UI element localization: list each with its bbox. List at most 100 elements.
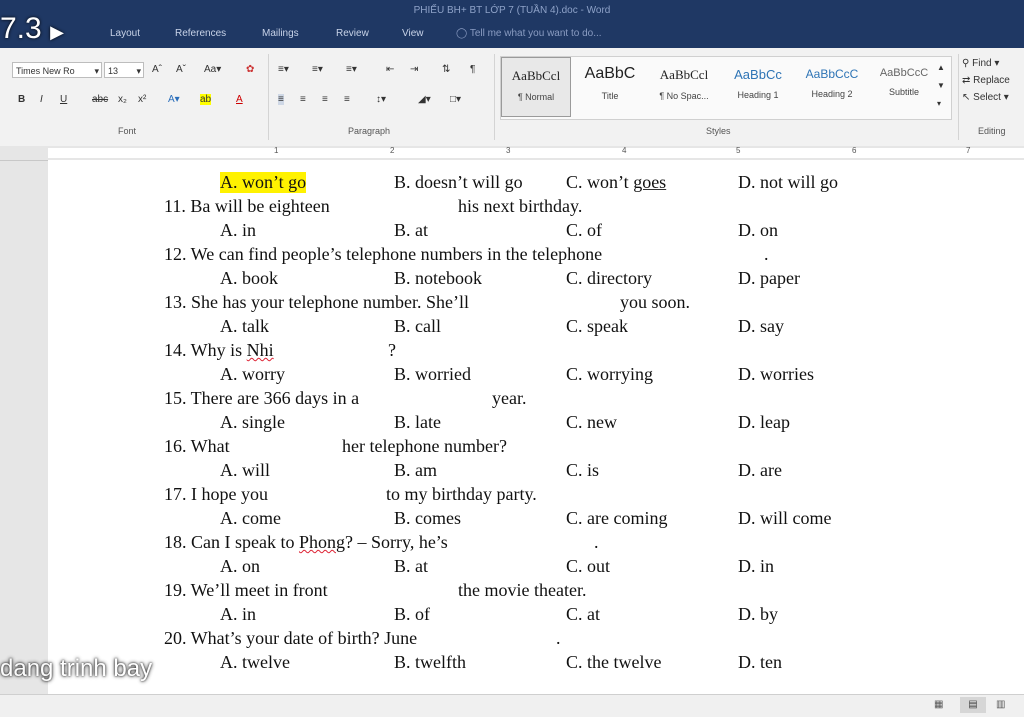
align-left-icon[interactable]: ≡ bbox=[278, 94, 284, 105]
q14-question-prefix: 14. Why is bbox=[164, 340, 247, 360]
divider bbox=[494, 54, 495, 140]
q19-option-b: B. of bbox=[394, 604, 430, 624]
ruler-track bbox=[48, 148, 1024, 158]
font-name-select[interactable]: Times New Ro ▾ bbox=[12, 62, 102, 78]
divider bbox=[958, 54, 959, 140]
q13-question-end: you soon. bbox=[620, 292, 691, 312]
ruler-number: 6 bbox=[852, 146, 857, 155]
q16-option-a: A. will bbox=[220, 460, 271, 480]
ruler-number: 1 bbox=[274, 146, 279, 155]
ruler-number: 4 bbox=[622, 146, 627, 155]
style-title[interactable]: AaBbC Title bbox=[575, 57, 645, 117]
tab-references[interactable]: References bbox=[175, 28, 226, 39]
style-sample: AaBbC bbox=[584, 65, 636, 82]
q20-question-end: . bbox=[556, 628, 561, 648]
ruler-number: 2 bbox=[390, 146, 395, 155]
find-button[interactable]: ⚲ Find ▾ bbox=[962, 58, 1024, 69]
q20-question: 20. What’s your date of birth? June bbox=[164, 628, 418, 648]
q11-question-end: his next birthday. bbox=[458, 196, 583, 216]
print-layout-icon[interactable]: ▤ bbox=[960, 697, 986, 713]
scroll-down-icon[interactable]: ▼ bbox=[937, 81, 945, 90]
select-button[interactable]: ↖ Select ▾ bbox=[962, 92, 1024, 103]
style-no-spacing[interactable]: AaBbCcl ¶ No Spac... bbox=[649, 57, 719, 117]
superscript-icon[interactable]: x² bbox=[138, 94, 146, 105]
style-name: Heading 2 bbox=[811, 89, 853, 99]
grow-font-icon[interactable]: Aˆ bbox=[152, 64, 162, 75]
highlight-icon[interactable]: ab bbox=[200, 94, 212, 105]
change-case-icon[interactable]: Aa▾ bbox=[204, 64, 221, 75]
style-subtitle[interactable]: AaBbCcC Subtitle bbox=[869, 57, 939, 117]
q17-option-d: D. will come bbox=[738, 508, 832, 528]
tab-layout[interactable]: Layout bbox=[110, 28, 140, 39]
q15-question: 15. There are 366 days in a bbox=[164, 388, 360, 408]
q14-option-d: D. worries bbox=[738, 364, 814, 384]
q16-option-b: B. am bbox=[394, 460, 437, 480]
q13-option-a: A. talk bbox=[220, 316, 269, 336]
strikethrough-icon[interactable]: abc bbox=[92, 94, 108, 105]
borders-icon[interactable]: □▾ bbox=[450, 94, 461, 105]
font-size-value: 13 bbox=[108, 66, 119, 76]
increase-indent-icon[interactable]: ⇥ bbox=[410, 64, 418, 75]
q20-option-a: A. twelve bbox=[220, 652, 290, 672]
decrease-indent-icon[interactable]: ⇤ bbox=[386, 64, 394, 75]
tell-me-box[interactable]: ◯ Tell me what you want to do... bbox=[456, 28, 602, 39]
q18-question-suffix: ? – Sorry, he’s bbox=[345, 532, 448, 552]
ruler-number: 3 bbox=[506, 146, 511, 155]
q13-option-c: C. speak bbox=[566, 316, 628, 336]
justify-icon[interactable]: ≡ bbox=[344, 94, 350, 105]
replace-button[interactable]: ⇄ Replace bbox=[962, 75, 1024, 86]
horizontal-ruler[interactable]: 1 2 3 4 5 6 7 bbox=[0, 146, 1024, 161]
q14-question-name: Nhi bbox=[246, 340, 274, 360]
q18-option-c: C. out bbox=[566, 556, 611, 576]
style-normal[interactable]: AaBbCcl ¶ Normal bbox=[501, 57, 571, 117]
text-effects-icon[interactable]: A▾ bbox=[168, 94, 180, 105]
underline-icon[interactable]: U bbox=[60, 94, 67, 105]
tab-view[interactable]: View bbox=[402, 28, 424, 39]
q19-option-d: D. by bbox=[738, 604, 778, 624]
q10-option-c-word: goes bbox=[633, 172, 667, 192]
q15-question-end: year. bbox=[492, 388, 527, 408]
line-spacing-icon[interactable]: ↕▾ bbox=[376, 94, 386, 105]
document-page[interactable]: A. won’t go B. doesn’t will go C. won’t … bbox=[48, 160, 1024, 694]
q10-option-a: A. won’t go bbox=[220, 172, 307, 193]
shrink-font-icon[interactable]: Aˇ bbox=[176, 64, 186, 75]
numbering-icon[interactable]: ≡▾ bbox=[312, 64, 323, 75]
italic-icon[interactable]: I bbox=[40, 94, 43, 105]
style-heading-2[interactable]: AaBbCcC Heading 2 bbox=[797, 57, 867, 117]
editing-group: ⚲ Find ▾ ⇄ Replace ↖ Select ▾ bbox=[962, 52, 1024, 103]
overlay-number-text: 7.3 bbox=[0, 12, 42, 45]
q17-option-c: C. are coming bbox=[566, 508, 668, 528]
pilcrow-icon[interactable]: ¶ bbox=[470, 64, 475, 75]
q14-option-c: C. worrying bbox=[566, 364, 653, 384]
align-center-icon[interactable]: ≡ bbox=[300, 94, 306, 105]
q19-question-end: the movie theater. bbox=[458, 580, 587, 600]
q12-option-a: A. book bbox=[220, 268, 278, 288]
shading-icon[interactable]: ◢▾ bbox=[418, 94, 431, 105]
scroll-up-icon[interactable]: ▲ bbox=[937, 63, 945, 72]
style-heading-1[interactable]: AaBbCc Heading 1 bbox=[723, 57, 793, 117]
clear-format-icon[interactable]: ✿ bbox=[246, 64, 254, 75]
q16-option-c: C. is bbox=[566, 460, 600, 480]
status-bar: ▦ ▤ ▥ bbox=[0, 694, 1024, 717]
more-styles-icon[interactable]: ▾ bbox=[937, 99, 941, 108]
font-color-icon[interactable]: A bbox=[236, 94, 243, 105]
q14-question: 14. Why is Nhi bbox=[164, 340, 274, 361]
q19-option-c: C. at bbox=[566, 604, 600, 624]
bullets-icon[interactable]: ≡▾ bbox=[278, 64, 289, 75]
sort-icon[interactable]: ⇅ bbox=[442, 64, 450, 75]
q14-option-a: A. worry bbox=[220, 364, 285, 384]
web-layout-icon[interactable]: ▥ bbox=[996, 699, 1005, 710]
subscript-icon[interactable]: x₂ bbox=[118, 94, 127, 105]
q18-question-prefix: 18. Can I speak to bbox=[164, 532, 299, 552]
q12-question: 12. We can find people’s telephone numbe… bbox=[164, 244, 603, 264]
bold-icon[interactable]: B bbox=[18, 94, 25, 105]
align-right-icon[interactable]: ≡ bbox=[322, 94, 328, 105]
chevron-down-icon: ▾ bbox=[94, 66, 99, 76]
multilevel-list-icon[interactable]: ≡▾ bbox=[346, 64, 357, 75]
read-mode-icon[interactable]: ▦ bbox=[934, 699, 943, 710]
tab-mailings[interactable]: Mailings bbox=[262, 28, 299, 39]
paragraph-group-label: Paragraph bbox=[348, 126, 391, 136]
q17-option-a: A. come bbox=[220, 508, 281, 528]
tab-review[interactable]: Review bbox=[336, 28, 369, 39]
font-size-select[interactable]: 13 ▾ bbox=[104, 62, 144, 78]
